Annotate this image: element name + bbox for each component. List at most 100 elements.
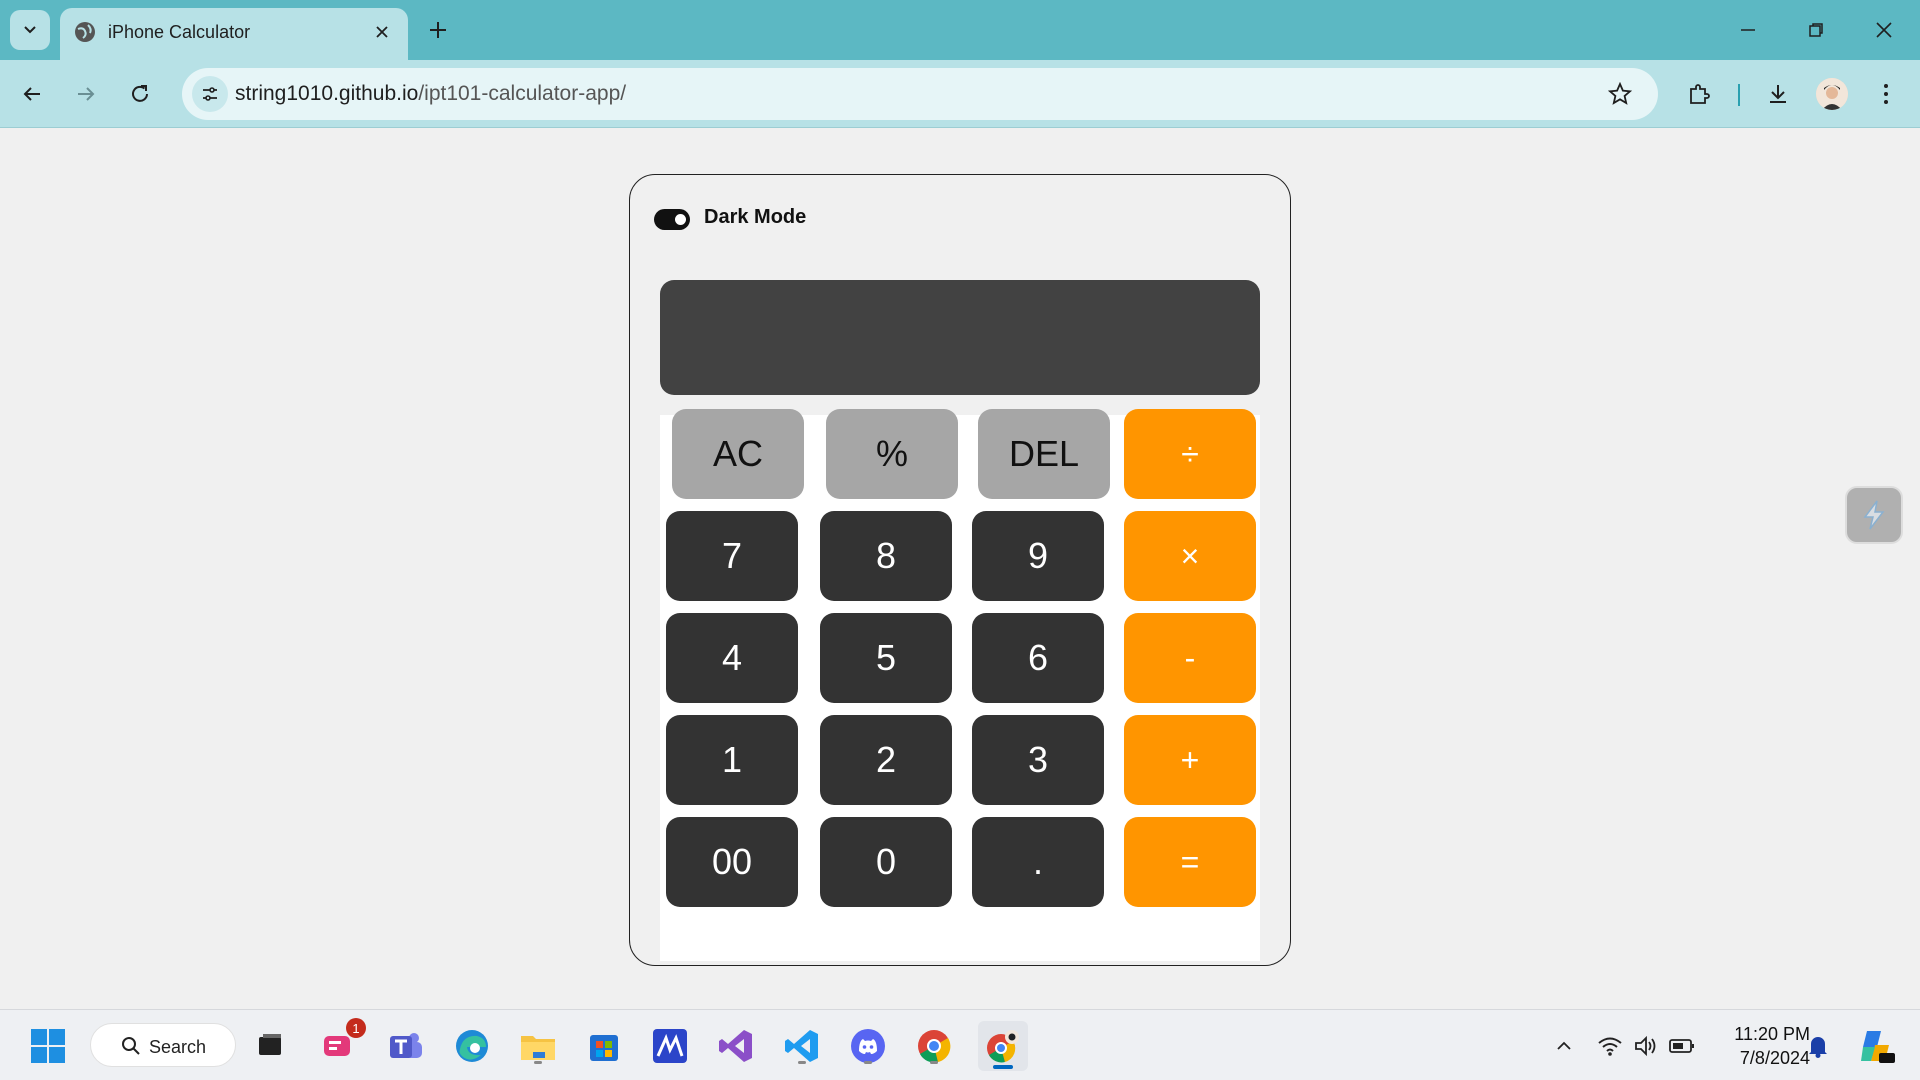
task-view-icon xyxy=(259,1034,281,1055)
copilot-icon xyxy=(1861,1031,1895,1063)
forward-button[interactable] xyxy=(66,74,106,114)
key-1[interactable]: 1 xyxy=(666,715,798,805)
key-2[interactable]: 2 xyxy=(820,715,952,805)
url-path: /ipt101-calculator-app/ xyxy=(418,82,627,105)
teams-icon xyxy=(390,1033,422,1058)
url-text: string1010.github.io/ipt101-calculator-a… xyxy=(235,82,626,106)
battery-icon xyxy=(1669,1039,1694,1053)
key-7[interactable]: 7 xyxy=(666,511,798,601)
floating-extension-widget[interactable] xyxy=(1845,486,1903,544)
taskbar-search-label: Search xyxy=(149,1037,207,1057)
running-indicator xyxy=(930,1061,938,1064)
lightning-icon xyxy=(1863,500,1885,530)
restore-icon xyxy=(1809,23,1823,37)
key-double-zero[interactable]: 00 xyxy=(666,817,798,907)
key-3[interactable]: 3 xyxy=(972,715,1104,805)
clock-time: 11:20 PM xyxy=(1734,1024,1810,1044)
speaker-icon xyxy=(1635,1035,1656,1057)
taskbar-app-chat[interactable]: 1 xyxy=(316,1018,366,1068)
start-button[interactable] xyxy=(26,1024,70,1068)
volume-status[interactable] xyxy=(1632,1032,1660,1060)
restore-button[interactable] xyxy=(1798,12,1834,48)
system-clock[interactable]: 11:20 PM 7/8/2024 xyxy=(1710,1022,1810,1070)
key-add[interactable]: + xyxy=(1124,715,1256,805)
taskbar-search[interactable]: Search xyxy=(90,1023,236,1067)
task-view-button[interactable] xyxy=(248,1024,292,1068)
visual-studio-icon xyxy=(719,1030,752,1062)
tune-icon xyxy=(203,87,217,101)
key-percent[interactable]: % xyxy=(826,409,958,499)
address-bar[interactable]: string1010.github.io/ipt101-calculator-a… xyxy=(182,68,1658,120)
chevron-down-icon xyxy=(24,26,36,34)
copilot-button[interactable] xyxy=(1856,1026,1896,1066)
key-delete[interactable]: DEL xyxy=(978,409,1110,499)
menu-button[interactable] xyxy=(1868,76,1904,112)
notifications-button[interactable] xyxy=(1804,1032,1832,1060)
taskbar-app-editor[interactable] xyxy=(648,1024,692,1068)
dark-mode-toggle[interactable] xyxy=(654,209,690,230)
new-tab-button[interactable] xyxy=(422,14,454,46)
profile-avatar[interactable] xyxy=(1816,78,1848,110)
key-decimal[interactable]: . xyxy=(972,817,1104,907)
minimize-button[interactable] xyxy=(1730,12,1766,48)
tab-title: iPhone Calculator xyxy=(108,22,251,42)
tab-search-button[interactable] xyxy=(10,10,50,50)
key-6[interactable]: 6 xyxy=(972,613,1104,703)
page-content: Dark Mode AC% DEL ÷ 7 8 9 × 4 5 6- 1 2 3 +00 0. = xyxy=(0,129,1920,1009)
chrome-profile-icon xyxy=(987,1030,1019,1063)
key-multiply[interactable]: × xyxy=(1124,511,1256,601)
arrow-right-icon xyxy=(78,87,95,101)
battery-status[interactable] xyxy=(1668,1032,1696,1060)
chrome-icon xyxy=(918,1030,951,1063)
key-4[interactable]: 4 xyxy=(666,613,798,703)
show-hidden-icons-button[interactable] xyxy=(1550,1032,1578,1060)
chevron-up-icon xyxy=(1557,1041,1571,1050)
key-0[interactable]: 0 xyxy=(820,817,952,907)
reload-icon xyxy=(132,85,148,102)
key-divide[interactable]: ÷ xyxy=(1124,409,1256,499)
reload-button[interactable] xyxy=(120,74,160,114)
key-equals[interactable]: = xyxy=(1124,817,1256,907)
running-indicator xyxy=(864,1061,872,1064)
close-window-button[interactable] xyxy=(1866,12,1902,48)
m-app-icon xyxy=(653,1029,687,1063)
bookmark-button[interactable] xyxy=(1606,80,1634,108)
taskbar-app-visual-studio[interactable] xyxy=(714,1024,758,1068)
keypad: AC% DEL ÷ 7 8 9 × 4 5 6- 1 2 3 +00 0. = xyxy=(660,409,1260,961)
clock-date: 7/8/2024 xyxy=(1739,1048,1810,1068)
taskbar-app-discord[interactable] xyxy=(846,1024,890,1068)
bell-icon xyxy=(1809,1037,1827,1058)
folder-icon xyxy=(521,1036,555,1060)
key-9[interactable]: 9 xyxy=(972,511,1104,601)
taskbar-app-edge[interactable] xyxy=(450,1024,494,1068)
key-8[interactable]: 8 xyxy=(820,511,952,601)
taskbar-app-chrome-profile[interactable] xyxy=(978,1021,1028,1071)
taskbar-app-file-explorer[interactable] xyxy=(516,1024,560,1068)
key-5[interactable]: 5 xyxy=(820,613,952,703)
taskbar-app-chrome[interactable] xyxy=(912,1024,956,1068)
downloads-button[interactable] xyxy=(1760,76,1796,112)
extensions-button[interactable] xyxy=(1681,76,1717,112)
calculator-display xyxy=(660,280,1260,395)
key-subtract[interactable]: - xyxy=(1124,613,1256,703)
taskbar-app-store[interactable] xyxy=(582,1024,626,1068)
wifi-status[interactable] xyxy=(1596,1032,1624,1060)
close-icon xyxy=(376,26,388,38)
taskbar-app-teams[interactable] xyxy=(384,1024,428,1068)
site-info-button[interactable] xyxy=(192,76,228,112)
active-indicator xyxy=(993,1065,1013,1069)
key-clear[interactable]: AC xyxy=(672,409,804,499)
running-indicator xyxy=(534,1061,542,1064)
back-button[interactable] xyxy=(12,74,52,114)
plus-icon xyxy=(430,22,446,38)
puzzle-icon xyxy=(1690,84,1710,104)
dark-mode-label: Dark Mode xyxy=(704,206,807,228)
browser-toolbar: string1010.github.io/ipt101-calculator-a… xyxy=(0,60,1920,128)
tab-close-button[interactable] xyxy=(370,20,394,44)
vscode-icon xyxy=(785,1030,818,1062)
taskbar-app-vscode[interactable] xyxy=(780,1024,824,1068)
windows-taskbar: Search 1 11:20 PM 7/8/2024 xyxy=(0,1009,1920,1080)
notification-badge: 1 xyxy=(346,1018,366,1038)
star-icon xyxy=(1608,82,1632,105)
browser-tab[interactable]: iPhone Calculator xyxy=(60,8,408,60)
